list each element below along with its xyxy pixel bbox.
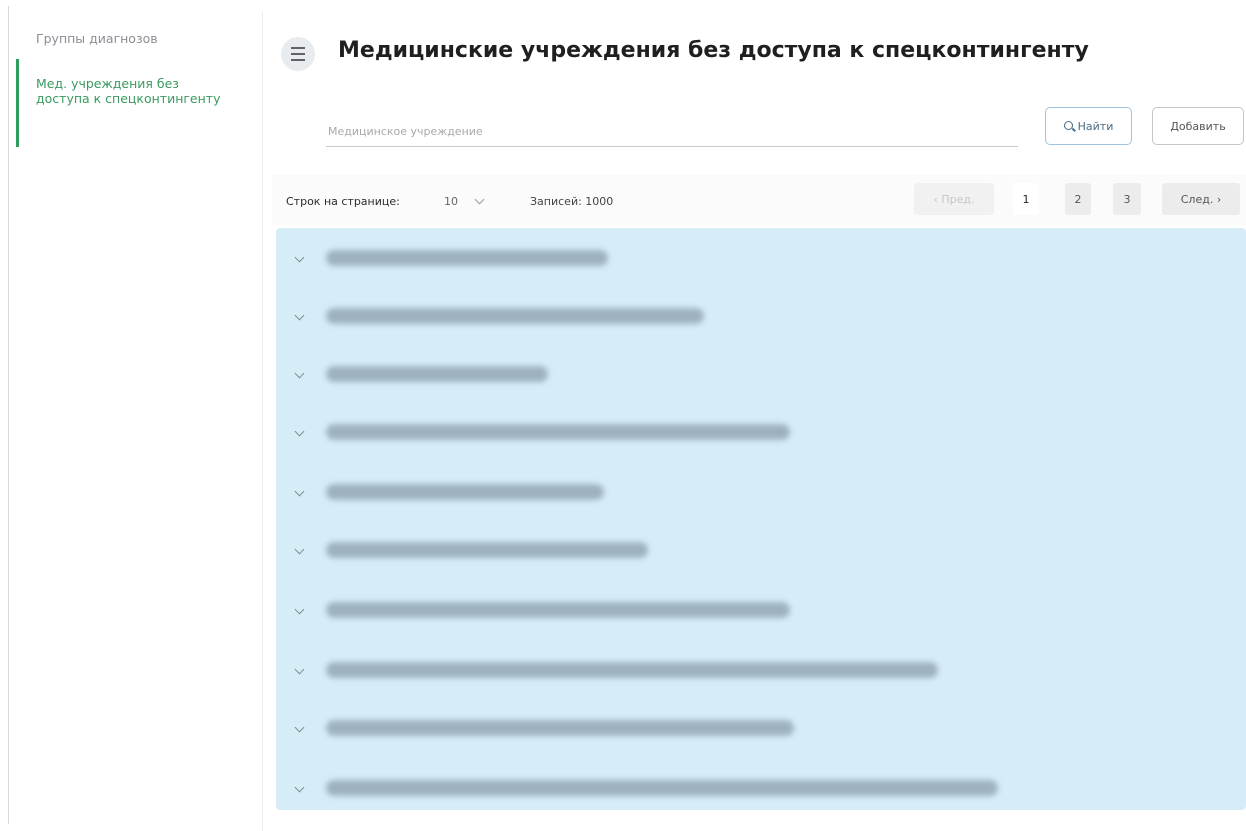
chevron-down-icon[interactable]: [294, 604, 305, 615]
records-count: Записей: 1000: [530, 195, 614, 208]
find-button-label: Найти: [1077, 119, 1114, 133]
prev-page-button[interactable]: ‹ Пред.: [914, 183, 994, 215]
find-button[interactable]: Найти: [1045, 107, 1132, 145]
results-list: ▇▇▇▇▇▇▇▇▇▇▇▇▇▇▇▇▇▇▇▇▇ ▇▇▇▇▇▇▇▇▇▇▇▇▇▇▇▇▇▇…: [276, 228, 1246, 810]
active-indicator: [16, 59, 19, 147]
page-3-button[interactable]: 3: [1113, 183, 1141, 215]
sidebar-item-diagnosis-groups[interactable]: Группы диагнозов: [36, 31, 236, 46]
chevron-down-icon[interactable]: [294, 782, 305, 793]
institution-name: ▇▇▇▇▇▇▇▇▇▇▇▇▇▇▇▇: [326, 366, 548, 382]
chevron-down-icon[interactable]: [294, 252, 305, 263]
sidebar-item-label: Группы диагнозов: [36, 31, 158, 46]
list-item[interactable]: ▇▇▇▇▇▇▇▇▇▇▇▇▇▇▇▇▇▇▇▇▇▇▇▇▇▇▇▇▇▇▇▇▇▇▇▇▇▇▇▇…: [276, 652, 1246, 692]
institution-name: ▇▇▇▇▇▇▇▇▇▇▇▇▇▇▇▇▇▇▇▇▇▇▇▇▇▇▇▇▇▇▇▇▇▇▇▇▇▇▇▇…: [326, 780, 998, 796]
chevron-down-icon: [474, 194, 484, 205]
institution-name: ▇▇▇▇▇▇▇▇▇▇▇▇▇▇▇▇▇▇▇▇▇▇▇▇▇▇▇▇▇▇▇▇▇▇: [326, 720, 794, 736]
institution-name: ▇▇▇▇▇▇▇▇▇▇▇▇▇▇▇▇▇▇▇▇▇: [326, 250, 608, 266]
institution-name: ▇▇▇▇▇▇▇▇▇▇▇▇▇▇▇▇▇▇▇▇▇▇▇▇▇▇▇▇▇▇▇▇▇▇: [326, 602, 790, 618]
pagination-toolbar: [272, 175, 1246, 225]
next-page-button[interactable]: След. ›: [1162, 183, 1240, 215]
list-item[interactable]: ▇▇▇▇▇▇▇▇▇▇▇▇▇▇▇▇▇▇▇▇: [276, 474, 1246, 514]
list-item[interactable]: ▇▇▇▇▇▇▇▇▇▇▇▇▇▇▇▇▇▇▇▇▇▇▇▇▇▇▇▇▇▇▇▇▇▇▇▇▇▇▇▇…: [276, 770, 1246, 810]
hamburger-menu-button[interactable]: [281, 37, 315, 71]
chevron-down-icon[interactable]: [294, 310, 305, 321]
sidebar-item-med-institutions[interactable]: Мед. учреждения без доступа к спецконтин…: [36, 76, 236, 106]
list-item[interactable]: ▇▇▇▇▇▇▇▇▇▇▇▇▇▇▇▇▇▇▇▇▇▇▇▇▇▇▇▇: [276, 298, 1246, 338]
page-1-button[interactable]: 1: [1013, 183, 1039, 215]
add-button-label: Добавить: [1170, 119, 1226, 133]
page-title: Медицинские учреждения без доступа к спе…: [338, 38, 1089, 63]
sidebar-item-label: Мед. учреждения без доступа к спецконтин…: [36, 76, 221, 106]
institution-name: ▇▇▇▇▇▇▇▇▇▇▇▇▇▇▇▇▇▇▇▇: [326, 484, 604, 500]
list-item[interactable]: ▇▇▇▇▇▇▇▇▇▇▇▇▇▇▇▇▇▇▇▇▇▇▇▇▇▇▇▇▇▇▇▇▇▇: [276, 592, 1246, 632]
list-item[interactable]: ▇▇▇▇▇▇▇▇▇▇▇▇▇▇▇▇▇▇▇▇▇: [276, 240, 1246, 280]
search-icon: [1063, 120, 1073, 130]
institution-search-input[interactable]: [326, 116, 1018, 147]
chevron-down-icon[interactable]: [294, 368, 305, 379]
list-item[interactable]: ▇▇▇▇▇▇▇▇▇▇▇▇▇▇▇▇▇▇▇▇▇▇▇▇▇▇▇▇▇▇▇▇▇▇: [276, 710, 1246, 750]
chevron-down-icon[interactable]: [294, 544, 305, 555]
institution-name: ▇▇▇▇▇▇▇▇▇▇▇▇▇▇▇▇▇▇▇▇▇▇▇▇▇▇▇▇: [326, 308, 704, 324]
rows-per-page-label: Строк на странице:: [286, 195, 400, 208]
page-2-button[interactable]: 2: [1065, 183, 1091, 215]
rows-per-page-select[interactable]: 10: [444, 194, 484, 208]
sidebar-divider: [262, 12, 263, 831]
institution-name: ▇▇▇▇▇▇▇▇▇▇▇▇▇▇▇▇▇▇▇▇▇▇▇▇▇▇▇▇▇▇▇▇▇▇: [326, 424, 790, 440]
chevron-down-icon[interactable]: [294, 722, 305, 733]
chevron-down-icon[interactable]: [294, 486, 305, 497]
institution-name: ▇▇▇▇▇▇▇▇▇▇▇▇▇▇▇▇▇▇▇▇▇▇▇▇▇▇▇▇▇▇▇▇▇▇▇▇▇▇▇▇…: [326, 662, 938, 678]
add-button[interactable]: Добавить: [1152, 107, 1244, 145]
institution-name: ▇▇▇▇▇▇▇▇▇▇▇▇▇▇▇▇▇▇▇▇▇▇▇▇: [326, 542, 648, 558]
list-item[interactable]: ▇▇▇▇▇▇▇▇▇▇▇▇▇▇▇▇▇▇▇▇▇▇▇▇: [276, 532, 1246, 572]
sidebar: Группы диагнозов Мед. учреждения без дос…: [8, 0, 262, 831]
hamburger-icon: [291, 45, 305, 63]
list-item[interactable]: ▇▇▇▇▇▇▇▇▇▇▇▇▇▇▇▇▇▇▇▇▇▇▇▇▇▇▇▇▇▇▇▇▇▇: [276, 414, 1246, 454]
chevron-down-icon[interactable]: [294, 664, 305, 675]
list-item[interactable]: ▇▇▇▇▇▇▇▇▇▇▇▇▇▇▇▇: [276, 356, 1246, 396]
chevron-down-icon[interactable]: [294, 426, 305, 437]
rows-per-page-value: 10: [444, 195, 458, 208]
